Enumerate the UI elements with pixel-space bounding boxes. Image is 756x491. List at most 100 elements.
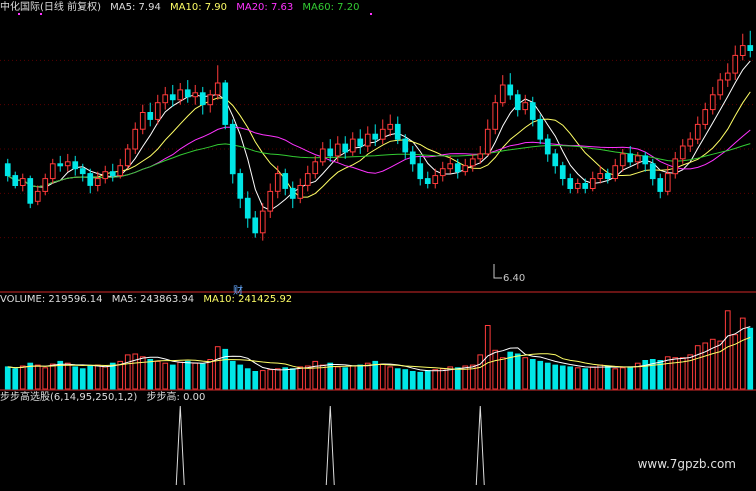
volume-bar	[297, 366, 304, 390]
candle	[312, 155, 319, 179]
indicator-spike	[175, 405, 185, 486]
finance-marker[interactable]: 财	[233, 282, 243, 297]
candle-body-down	[79, 168, 86, 175]
candle	[379, 119, 386, 145]
candle	[297, 178, 304, 204]
candle-body-up	[694, 123, 701, 140]
volume-bar	[379, 363, 386, 390]
volume-bar	[207, 359, 214, 390]
candle-body-up	[679, 145, 686, 160]
candle-body-up	[214, 82, 221, 96]
candle	[319, 142, 326, 166]
volume-bar	[184, 360, 191, 390]
candle	[469, 153, 476, 172]
candle-body-down	[372, 133, 379, 140]
volume-bar	[612, 368, 619, 390]
candle	[522, 94, 529, 115]
candle	[574, 178, 581, 194]
candle-body-down	[454, 163, 461, 173]
volume-bar	[102, 366, 109, 390]
candle-body-up	[124, 148, 131, 167]
candle-body-up	[687, 138, 694, 147]
moving-average-lines	[7, 60, 751, 211]
price-title[interactable]: 中化国际(日线 前复权)	[0, 2, 101, 13]
candle	[12, 171, 19, 189]
volume-bar	[312, 360, 319, 390]
candle	[732, 45, 739, 81]
candle	[334, 136, 341, 162]
volume-bar	[87, 365, 94, 390]
volume-bar	[627, 366, 634, 390]
ma10-label: MA10: 7.90	[170, 2, 228, 13]
candle	[424, 171, 431, 189]
volume-bar	[694, 345, 701, 390]
candle-body-up	[117, 165, 124, 177]
candle	[132, 122, 139, 154]
volume-bar	[124, 354, 131, 390]
volume-bar	[214, 346, 221, 390]
indicator-value: 步步高: 0.00	[146, 392, 206, 403]
candle	[709, 86, 716, 115]
volume-bar	[289, 368, 296, 390]
candle-body-up	[664, 173, 671, 192]
candle-body-down	[627, 153, 634, 163]
candle-body-up	[612, 165, 619, 179]
chart-canvas	[0, 13, 756, 486]
candle	[222, 80, 229, 130]
candle	[702, 102, 709, 130]
volume-bar	[454, 367, 461, 390]
volume-bar	[27, 362, 34, 390]
candle	[87, 168, 94, 194]
candle-body-down	[4, 163, 11, 177]
volume-bar	[319, 364, 326, 390]
candle-body-down	[289, 187, 296, 199]
candle-body-up	[462, 165, 469, 173]
candle-body-up	[267, 190, 274, 212]
candle	[642, 151, 649, 172]
candle	[537, 114, 544, 145]
candle-body-up	[522, 102, 529, 111]
candle	[439, 161, 446, 182]
volume-bar	[522, 357, 529, 390]
candle-body-up	[724, 72, 731, 81]
ma10-line	[7, 91, 751, 198]
grid-lines	[0, 59, 756, 391]
volume-bar	[237, 364, 244, 390]
candle	[409, 146, 416, 172]
candle-body-down	[57, 163, 64, 167]
candle	[57, 155, 64, 172]
volume-bar	[364, 362, 371, 390]
candle-body-up	[379, 128, 386, 140]
price-panel-header: 中化国际(日线 前复权) MA5: 7.94 MA10: 7.90 MA20: …	[0, 1, 365, 15]
candle-body-up	[177, 89, 184, 101]
volume-bar	[417, 371, 424, 390]
candle-body-up	[132, 128, 139, 150]
volume-bar	[94, 364, 101, 390]
volume-bar	[567, 366, 574, 390]
indicator-spike	[475, 405, 485, 486]
candle	[49, 158, 56, 184]
volume-bar	[402, 369, 409, 390]
candle-body-down	[357, 138, 364, 147]
candle-body-up	[469, 158, 476, 167]
candle	[694, 116, 701, 145]
volume-bar	[709, 338, 716, 390]
candle-body-up	[312, 161, 319, 175]
candle-body-up	[102, 171, 109, 180]
indicator-spike	[325, 405, 335, 486]
candle-body-down	[229, 123, 236, 175]
candle	[364, 126, 371, 152]
candle	[162, 86, 169, 110]
volume-title[interactable]: VOLUME: 219596.14	[0, 294, 103, 305]
volume-bar	[544, 362, 551, 390]
candle	[199, 86, 206, 115]
candle-body-down	[402, 138, 409, 153]
candle	[102, 165, 109, 184]
candle	[192, 84, 199, 105]
candle	[72, 155, 79, 176]
candle	[289, 181, 296, 209]
volume-bar	[222, 348, 229, 390]
indicator-title[interactable]: 步步高选股(6,14,95,250,1,2)	[0, 392, 137, 403]
volume-bar	[34, 364, 41, 390]
candle	[724, 63, 731, 87]
